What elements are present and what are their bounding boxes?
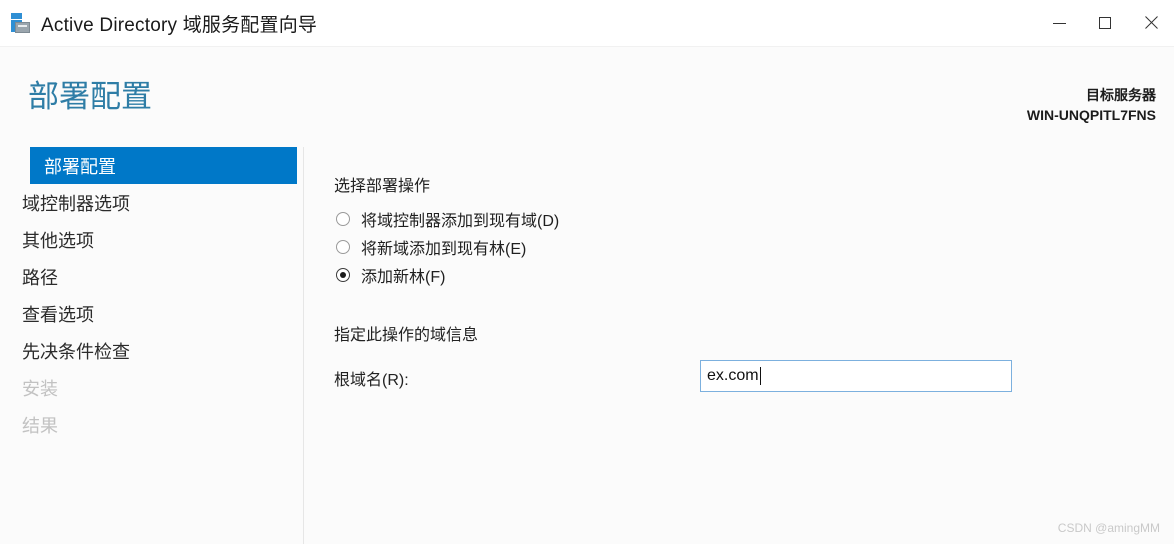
server-icon bbox=[8, 11, 32, 35]
sidebar-item-deployment-config[interactable]: 部署配置 bbox=[30, 147, 297, 184]
radio-add-new-forest[interactable]: 添加新林(F) bbox=[336, 261, 559, 289]
target-server-name: WIN-UNQPITL7FNS bbox=[1026, 107, 1156, 124]
window-title: Active Directory 域服务配置向导 bbox=[41, 14, 318, 36]
root-domain-field-row: 根域名(R): ex.com bbox=[334, 360, 1024, 392]
sidebar-item-label: 其他选项 bbox=[22, 230, 94, 251]
radio-label: 添加新林(F) bbox=[361, 269, 446, 286]
maximize-button[interactable] bbox=[1082, 0, 1128, 46]
root-domain-label: 根域名(R): bbox=[334, 372, 409, 389]
sidebar-item-prerequisites-check[interactable]: 先决条件检查 bbox=[0, 332, 297, 369]
sidebar-item-installation: 安装 bbox=[0, 369, 297, 406]
main-panel: 选择部署操作 将域控制器添加到现有域(D) 将新域添加到现有林(E) 添加新林(… bbox=[304, 147, 1174, 544]
sidebar-item-label: 查看选项 bbox=[22, 304, 94, 325]
close-icon bbox=[1144, 16, 1158, 30]
watermark: CSDN @amingMM bbox=[1057, 521, 1160, 535]
minimize-icon bbox=[1052, 22, 1066, 24]
title-bar: Active Directory 域服务配置向导 bbox=[0, 0, 1174, 47]
wizard-steps-sidebar: 部署配置 域控制器选项 其他选项 路径 查看选项 先决条件检查 安装 结果 bbox=[0, 147, 303, 443]
deployment-operation-radio-group: 将域控制器添加到现有域(D) 将新域添加到现有林(E) 添加新林(F) bbox=[336, 205, 559, 289]
root-domain-value: ex.com bbox=[707, 367, 759, 384]
sidebar-item-results: 结果 bbox=[0, 406, 297, 443]
radio-icon bbox=[336, 212, 350, 226]
radio-icon bbox=[336, 240, 350, 254]
page-header: 部署配置 目标服务器 WIN-UNQPITL7FNS bbox=[0, 47, 1174, 147]
radio-label: 将域控制器添加到现有域(D) bbox=[361, 213, 560, 230]
sidebar-item-label: 路径 bbox=[22, 267, 58, 288]
root-domain-input[interactable]: ex.com bbox=[700, 360, 1012, 392]
target-server-label: 目标服务器 bbox=[1086, 87, 1156, 103]
domain-info-section-label: 指定此操作的域信息 bbox=[334, 327, 479, 344]
sidebar-item-other-options[interactable]: 其他选项 bbox=[0, 221, 297, 258]
content-area: 部署配置 域控制器选项 其他选项 路径 查看选项 先决条件检查 安装 结果 选择… bbox=[0, 147, 1174, 544]
minimize-button[interactable] bbox=[1036, 0, 1082, 46]
page-title: 部署配置 bbox=[28, 79, 152, 114]
sidebar-item-label: 先决条件检查 bbox=[22, 341, 130, 362]
text-caret bbox=[759, 367, 761, 385]
sidebar-item-review-options[interactable]: 查看选项 bbox=[0, 295, 297, 332]
target-server-info: 目标服务器 WIN-UNQPITL7FNS bbox=[1027, 85, 1156, 126]
radio-icon-checked bbox=[336, 268, 350, 282]
sidebar-item-label: 结果 bbox=[22, 415, 58, 436]
sidebar-item-domain-controller-options[interactable]: 域控制器选项 bbox=[0, 184, 297, 221]
sidebar-item-label: 域控制器选项 bbox=[22, 193, 130, 214]
sidebar-item-label: 安装 bbox=[22, 378, 58, 399]
radio-label: 将新域添加到现有林(E) bbox=[361, 241, 527, 258]
radio-add-dc-to-existing-domain[interactable]: 将域控制器添加到现有域(D) bbox=[336, 205, 559, 233]
sidebar-item-label: 部署配置 bbox=[44, 156, 116, 177]
close-button[interactable] bbox=[1128, 0, 1174, 46]
sidebar-item-paths[interactable]: 路径 bbox=[0, 258, 297, 295]
operation-section-label: 选择部署操作 bbox=[334, 178, 431, 195]
radio-add-new-domain-to-existing-forest[interactable]: 将新域添加到现有林(E) bbox=[336, 233, 559, 261]
window-controls bbox=[1036, 0, 1174, 46]
maximize-icon bbox=[1099, 17, 1111, 29]
